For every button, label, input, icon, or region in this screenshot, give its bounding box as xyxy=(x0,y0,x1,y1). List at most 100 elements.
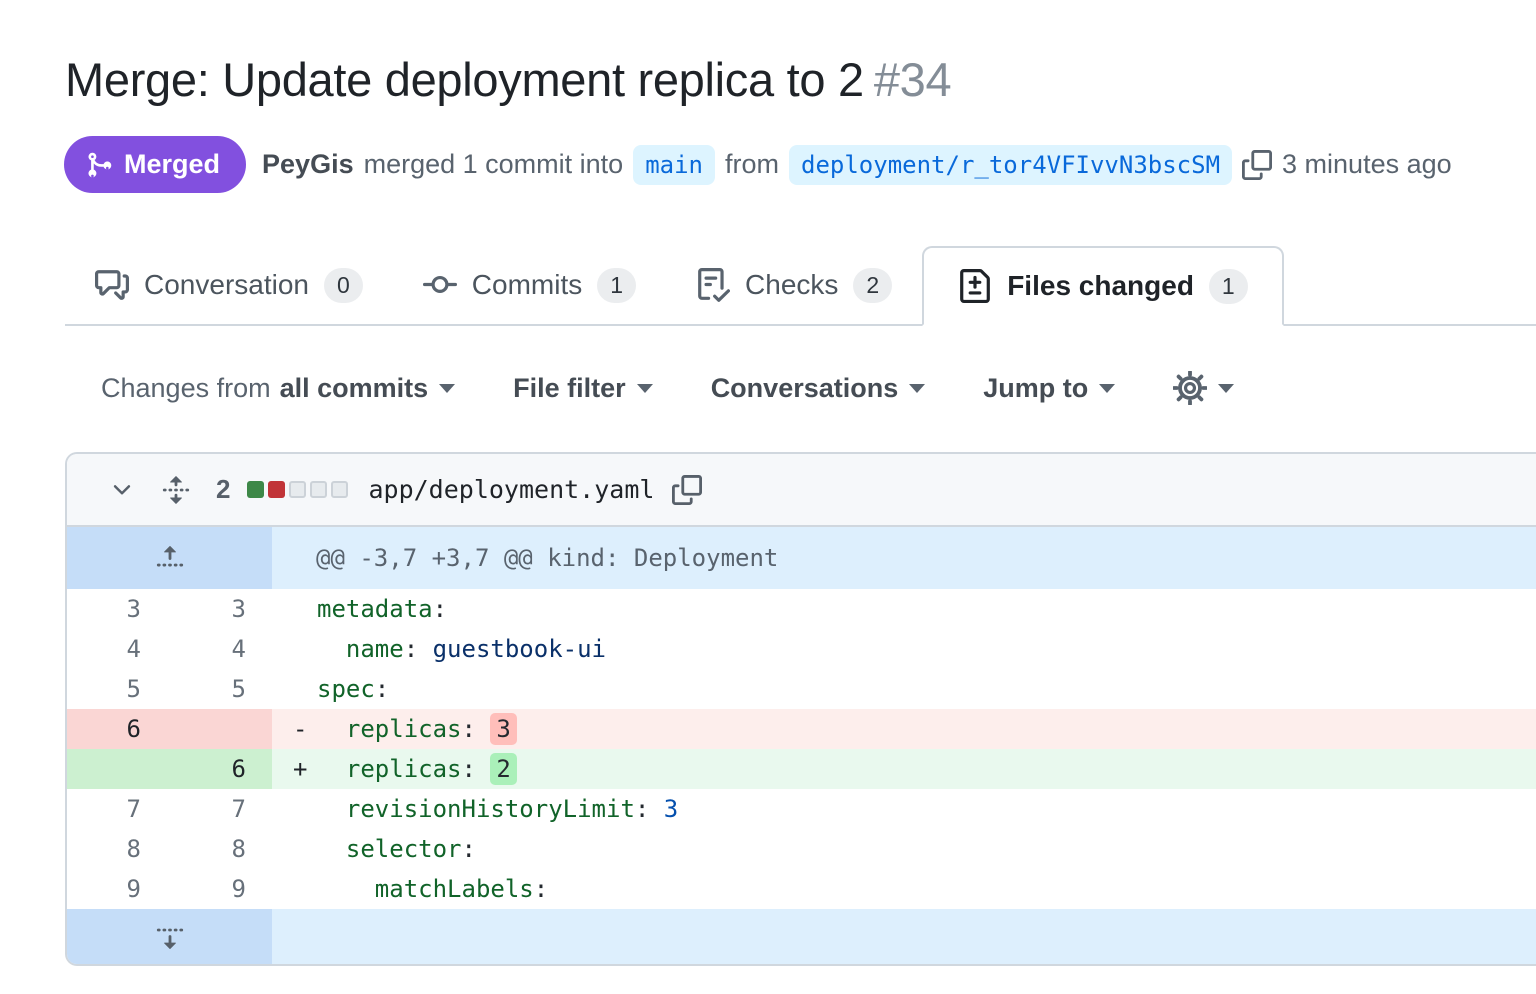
comment-discussion-icon xyxy=(95,268,129,302)
diff-line-context: 77 revisionHistoryLimit: 3 xyxy=(67,789,1536,829)
diff-toolbar: Changes from all commits File filter Con… xyxy=(95,370,1536,406)
code-token: : xyxy=(462,715,476,743)
head-branch-link[interactable]: deployment/r_tor4VFIvvN3bscSM xyxy=(789,145,1232,185)
diff-line-del: 6 - replicas: 3 xyxy=(67,709,1536,749)
status-row: Merged PeyGis merged 1 commit into main … xyxy=(64,136,1536,193)
diff-lines: 33metadata:44 name: guestbook-ui55spec:6… xyxy=(67,589,1536,909)
new-line-number[interactable]: 7 xyxy=(167,789,272,829)
code-content: matchLabels: xyxy=(272,869,1536,909)
file-diff-card: 2 app/deployment.yaml @@ -3,7 +3,7 @@ ki… xyxy=(65,452,1536,966)
copy-icon xyxy=(672,475,702,505)
collapse-file-chevron-icon[interactable] xyxy=(109,477,135,503)
code-content: revisionHistoryLimit: 3 xyxy=(272,789,1536,829)
jump-to-dropdown[interactable]: Jump to xyxy=(977,372,1121,405)
git-merge-icon xyxy=(85,151,113,179)
diff-settings-dropdown[interactable] xyxy=(1167,370,1240,406)
old-line-number[interactable]: 6 xyxy=(67,709,167,749)
byline: PeyGis merged 1 commit into main from de… xyxy=(262,145,1452,185)
code-token: : xyxy=(635,795,649,823)
fold-down-icon xyxy=(155,922,185,952)
copy-file-path-button[interactable] xyxy=(672,475,702,505)
deletion-sign: - xyxy=(293,709,307,749)
changes-from-label: Changes from xyxy=(101,373,271,404)
diff-line-context: 88 selector: xyxy=(67,829,1536,869)
author-link[interactable]: PeyGis xyxy=(262,149,354,180)
diff-line-context: 99 matchLabels: xyxy=(67,869,1536,909)
changed-lines-count: 2 xyxy=(216,474,230,505)
new-line-number[interactable] xyxy=(167,709,272,749)
code-token xyxy=(317,755,346,783)
byline-action-text: merged 1 commit into xyxy=(364,149,624,180)
tab-label: Files changed xyxy=(1007,270,1194,302)
code-token xyxy=(418,635,432,663)
tab-nav: Conversation0Commits1 Checks 2 Files change… xyxy=(65,246,1536,326)
code-token xyxy=(317,715,346,743)
merged-state-label: Merged xyxy=(124,149,220,180)
tab-files-changed[interactable]: Files changed 1 xyxy=(922,246,1284,326)
byline-from-text: from xyxy=(725,149,779,180)
diffstat-square-neutral xyxy=(331,481,348,498)
old-line-number[interactable]: 4 xyxy=(67,629,167,669)
code-content: metadata: xyxy=(272,589,1536,629)
tab-conversation[interactable]: Conversation0 xyxy=(65,246,393,324)
new-line-number[interactable]: 5 xyxy=(167,669,272,709)
code-token xyxy=(317,635,346,663)
diffstat-square-deletion xyxy=(268,481,285,498)
tab-count: 1 xyxy=(597,268,636,303)
pr-title-text: Merge: Update deployment replica to 2 xyxy=(65,53,864,106)
file-header: 2 app/deployment.yaml xyxy=(67,454,1536,527)
merge-timestamp: 3 minutes ago xyxy=(1282,149,1452,180)
caret-down-icon xyxy=(1099,384,1115,393)
caret-down-icon xyxy=(909,384,925,393)
tab-count: 1 xyxy=(1209,269,1248,304)
code-token: selector xyxy=(346,835,462,863)
new-line-number[interactable]: 8 xyxy=(167,829,272,869)
code-token: 2 xyxy=(490,753,516,785)
expand-down-button[interactable] xyxy=(67,909,272,964)
new-line-number[interactable]: 6 xyxy=(167,749,272,789)
file-diff-icon xyxy=(958,269,992,303)
pr-title: Merge: Update deployment replica to 2#34 xyxy=(65,52,1536,108)
gear-icon xyxy=(1173,371,1207,405)
base-branch-link[interactable]: main xyxy=(633,145,715,185)
code-content: spec: xyxy=(272,669,1536,709)
new-line-number[interactable]: 3 xyxy=(167,589,272,629)
file-path-link[interactable]: app/deployment.yaml xyxy=(368,475,654,504)
merged-state-badge: Merged xyxy=(64,136,246,193)
old-line-number[interactable] xyxy=(67,749,167,789)
conversations-dropdown[interactable]: Conversations xyxy=(705,372,932,405)
expand-row-spacer xyxy=(272,909,1536,964)
old-line-number[interactable]: 5 xyxy=(67,669,167,709)
caret-down-icon xyxy=(1218,384,1234,393)
old-line-number[interactable]: 8 xyxy=(67,829,167,869)
old-line-number[interactable]: 7 xyxy=(67,789,167,829)
diff-body: @@ -3,7 +3,7 @@ kind: Deployment 33metad… xyxy=(67,527,1536,964)
diff-line-context: 33metadata: xyxy=(67,589,1536,629)
expand-hunk-up-button[interactable] xyxy=(67,527,272,589)
code-content: - replicas: 3 xyxy=(272,709,1536,749)
new-line-number[interactable]: 4 xyxy=(167,629,272,669)
caret-down-icon xyxy=(439,384,455,393)
copy-branch-button[interactable] xyxy=(1242,150,1272,180)
tab-checks[interactable]: Checks 2 xyxy=(666,246,922,324)
code-token: spec xyxy=(317,675,375,703)
tab-label: Conversation xyxy=(144,269,309,301)
expand-row xyxy=(67,909,1536,964)
new-line-number[interactable]: 9 xyxy=(167,869,272,909)
code-token: replicas xyxy=(346,755,462,783)
git-commit-icon xyxy=(423,268,457,302)
old-line-number[interactable]: 9 xyxy=(67,869,167,909)
old-line-number[interactable]: 3 xyxy=(67,589,167,629)
code-token: replicas xyxy=(346,715,462,743)
diffstat-square-neutral xyxy=(289,481,306,498)
unfold-file-icon[interactable] xyxy=(161,475,191,505)
tab-commits[interactable]: Commits1 xyxy=(393,246,666,324)
code-token: 3 xyxy=(490,713,516,745)
tab-label: Checks xyxy=(745,269,838,301)
code-token xyxy=(649,795,663,823)
tab-count: 2 xyxy=(853,268,892,303)
diff-line-context: 44 name: guestbook-ui xyxy=(67,629,1536,669)
code-token xyxy=(476,715,490,743)
changes-from-dropdown[interactable]: Changes from all commits xyxy=(95,372,461,405)
file-filter-dropdown[interactable]: File filter xyxy=(507,372,659,405)
